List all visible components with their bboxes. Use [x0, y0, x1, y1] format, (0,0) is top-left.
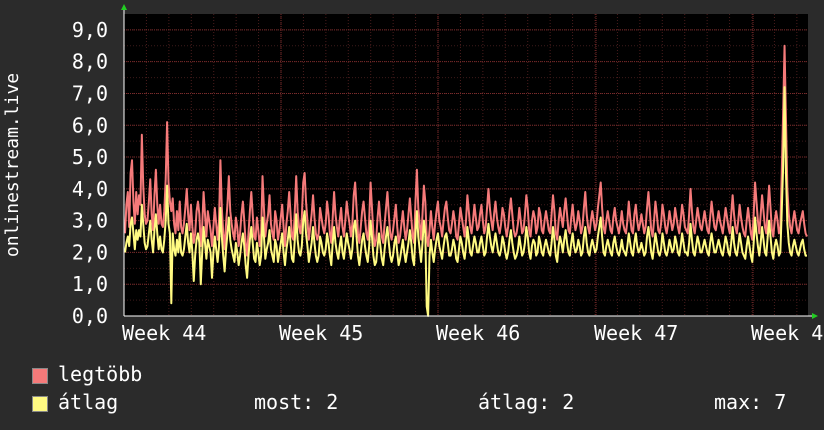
x-tick-label: Week 47 — [594, 321, 678, 345]
x-axis-arrow-icon — [812, 313, 818, 319]
chart-grid — [123, 14, 808, 317]
legend-row-avg: átlag most: 2 átlag: 2 max: 7 — [32, 390, 822, 414]
legend-label-avg: átlag — [58, 390, 119, 414]
y-tick-label: 1,0 — [72, 272, 108, 296]
stat-current-label: most: — [254, 390, 315, 414]
x-tick-label: Week 44 — [122, 321, 206, 345]
stat-average-value: 2 — [562, 390, 575, 414]
stat-max-value: 7 — [774, 390, 787, 414]
x-tick-label: Week 46 — [436, 321, 520, 345]
y-tick-label: 5,0 — [72, 145, 108, 169]
y-tick-label: 9,0 — [72, 18, 108, 42]
y-tick-label: 7,0 — [72, 81, 108, 105]
stat-max: max: 7 — [714, 392, 786, 412]
stat-average-label: átlag: — [478, 390, 551, 414]
y-tick-label: 8,0 — [72, 50, 108, 74]
stat-current: most: 2 — [254, 392, 338, 412]
legend-swatch-max — [32, 368, 48, 384]
y-tick-label: 6,0 — [72, 113, 108, 137]
y-tick-label: 4,0 — [72, 177, 108, 201]
stat-average: átlag: 2 — [478, 392, 574, 412]
legend-label-max: legtöbb — [58, 362, 143, 386]
y-tick-label: 0,0 — [72, 304, 108, 328]
y-tick-label: 2,0 — [72, 240, 108, 264]
stat-max-label: max: — [714, 390, 763, 414]
y-axis-label: onlinestream.live — [2, 73, 23, 257]
x-tick-label: Week 48 — [751, 321, 824, 345]
plot-area — [124, 14, 808, 316]
legend-swatch-avg — [32, 396, 48, 412]
y-axis-arrow-icon — [121, 4, 127, 10]
x-tick-label: Week 45 — [279, 321, 363, 345]
y-tick-label: 3,0 — [72, 209, 108, 233]
stat-current-value: 2 — [326, 390, 339, 414]
